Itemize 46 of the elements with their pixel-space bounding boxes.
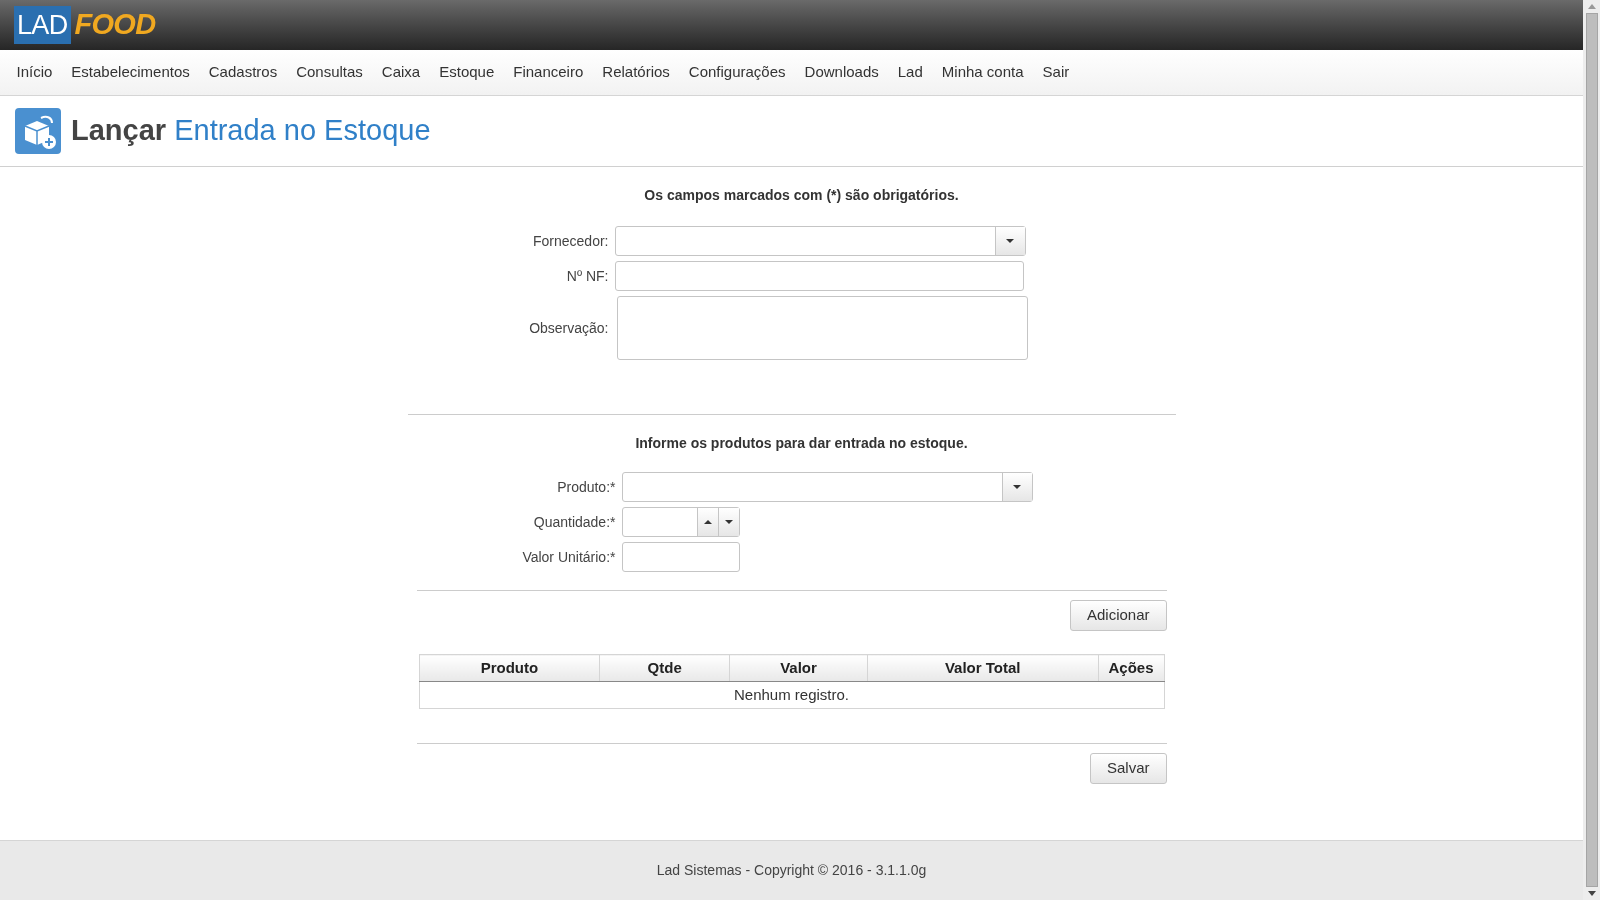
add-button[interactable]: Adicionar	[1069, 600, 1167, 631]
nav-link[interactable]: Sair	[1033, 61, 1079, 84]
dropdown-field[interactable]	[614, 226, 1026, 256]
field-label: Valor Unitário:*	[521, 547, 617, 567]
nav-link[interactable]: Relatórios	[592, 61, 680, 84]
column-header[interactable]: Valor Total	[867, 654, 1098, 682]
nav-link[interactable]: Estabelecimentos	[61, 61, 200, 84]
field-label: Observação:	[528, 318, 610, 338]
required-fields-notice: Os campos marcados com (*) são obrigatórios.	[643, 186, 960, 205]
caret-up-icon	[703, 520, 712, 524]
nav-link[interactable]: Estoque	[429, 61, 504, 84]
copyright-text: Lad Sistemas - Copyright © 2016 - 3.1.1.0g	[656, 861, 927, 880]
box-plus-icon	[15, 108, 61, 154]
empty-table-message: Nenhum registro.	[733, 686, 850, 703]
input-field[interactable]	[621, 542, 740, 572]
column-header[interactable]: Produto	[419, 654, 600, 682]
scrollbar[interactable]	[1583, 0, 1600, 900]
column-header[interactable]: Qtde	[599, 654, 730, 682]
column-header[interactable]: Ações	[1098, 654, 1164, 682]
field-label: Nº NF:	[565, 266, 610, 286]
nav-link[interactable]: Início	[7, 61, 62, 84]
nav-link[interactable]: Financeiro	[503, 61, 593, 84]
column-header[interactable]: Valor	[729, 654, 868, 682]
nav-link[interactable]: Cadastros	[199, 61, 287, 84]
field-label: Fornecedor:	[532, 231, 610, 251]
caret-down-icon	[1013, 485, 1021, 489]
nav-link[interactable]: Downloads	[795, 61, 889, 84]
field-label: Quantidade:*	[532, 512, 617, 532]
nav-link[interactable]: Caixa	[372, 61, 430, 84]
nav-link[interactable]: Lad	[888, 61, 933, 84]
page-title: Lançar Entrada no Estoque	[71, 113, 431, 149]
app-logo[interactable]: LAD FOOD	[14, 3, 156, 47]
nav-link[interactable]: Minha conta	[932, 61, 1034, 84]
caret-down-icon	[1006, 239, 1014, 243]
scroll-down-icon[interactable]	[1587, 891, 1596, 896]
products-notice: Informe os produtos para dar entrada no estoque.	[634, 434, 969, 453]
save-button[interactable]: Salvar	[1089, 753, 1167, 784]
nav-link[interactable]: Configurações	[679, 61, 796, 84]
scroll-up-icon[interactable]	[1587, 4, 1596, 9]
textarea-field[interactable]	[616, 296, 1028, 360]
field-label: Produto:*	[556, 477, 617, 497]
dropdown-field[interactable]	[621, 472, 1033, 502]
number-field[interactable]	[621, 507, 740, 537]
caret-down-icon	[724, 520, 733, 524]
input-field[interactable]	[614, 261, 1024, 291]
nav-link[interactable]: Consultas	[286, 61, 373, 84]
